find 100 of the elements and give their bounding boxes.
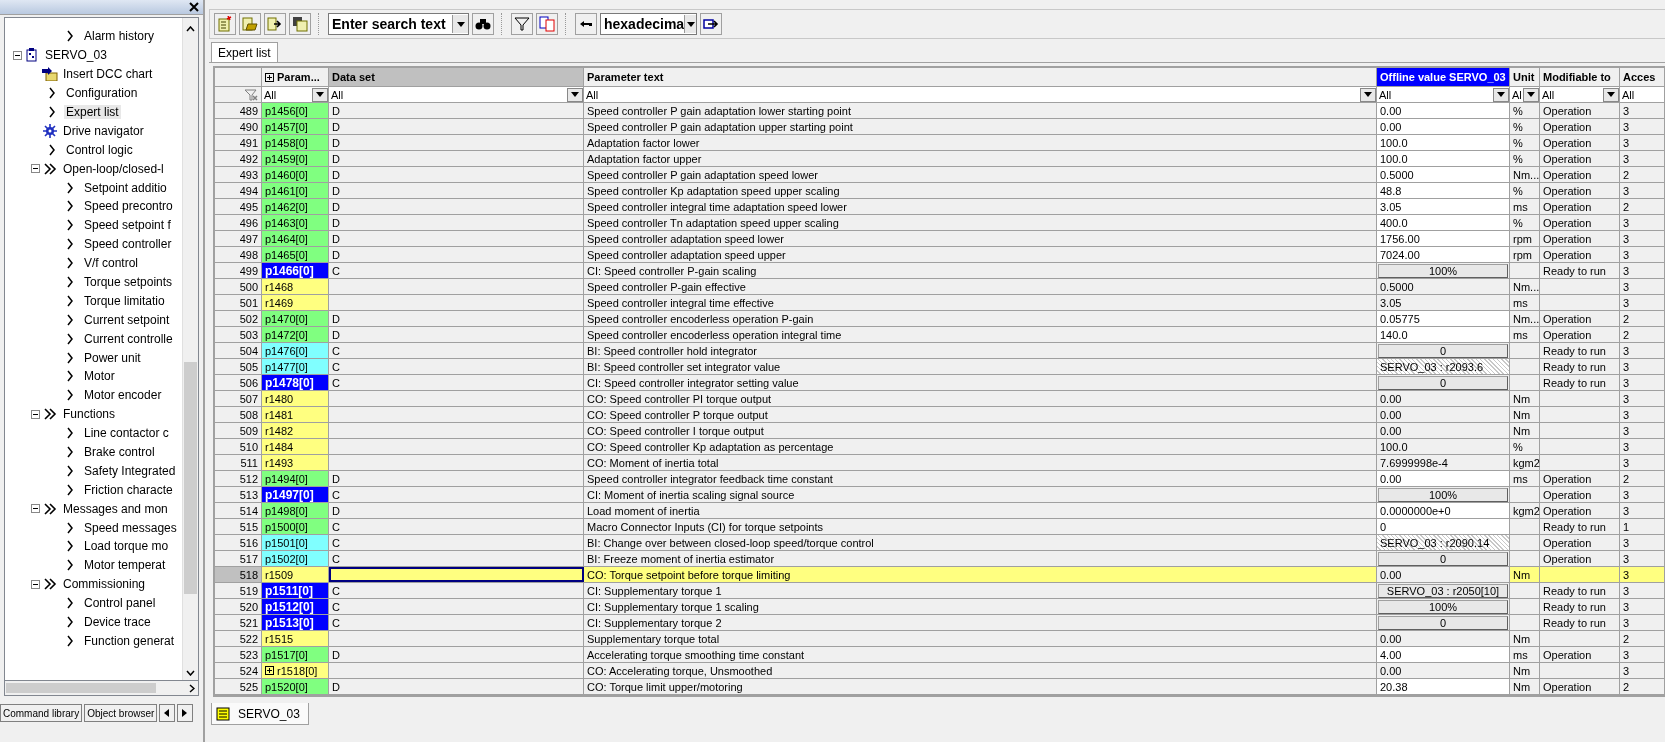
- value-field[interactable]: 0.05775: [1377, 311, 1510, 326]
- value-field[interactable]: 0.0000000e+0: [1377, 503, 1510, 518]
- tree-item[interactable]: Current controlle: [82, 331, 175, 346]
- parameter-cell[interactable]: p1517[0]: [262, 647, 329, 662]
- tree-item[interactable]: Alarm history: [82, 29, 156, 44]
- parameter-cell[interactable]: p1513[0]: [262, 615, 329, 630]
- caret-icon[interactable]: [186, 26, 195, 32]
- parameter-cell[interactable]: p1478[0]: [262, 375, 329, 390]
- close-icon[interactable]: [189, 2, 199, 12]
- parameter-cell[interactable]: p1500[0]: [262, 519, 329, 534]
- tree-item[interactable]: Functions: [61, 407, 118, 422]
- tree-item[interactable]: Brake control: [82, 445, 157, 460]
- search-field[interactable]: Enter search text: [328, 13, 469, 35]
- tree-item[interactable]: Load torque mo: [82, 539, 171, 554]
- filter-dropdown[interactable]: All: [1540, 87, 1620, 102]
- panel-tab[interactable]: Object browser: [84, 704, 158, 722]
- tree-item[interactable]: Motor temperat: [82, 558, 168, 573]
- tab[interactable]: Expert list: [211, 42, 278, 62]
- tree-item[interactable]: Drive navigator: [61, 123, 146, 138]
- scroll-thumb[interactable]: [184, 362, 197, 594]
- parameter-cell[interactable]: p1472[0]: [262, 327, 329, 342]
- parameter-cell[interactable]: r1469: [262, 295, 329, 310]
- export-list-button[interactable]: [264, 13, 286, 35]
- value-field[interactable]: 0.5000: [1377, 167, 1510, 182]
- value-button[interactable]: 100%: [1378, 487, 1508, 502]
- parameter-cell[interactable]: p1502[0]: [262, 551, 329, 566]
- tree-item[interactable]: Expert list: [64, 105, 121, 119]
- value-field[interactable]: 100.0: [1377, 135, 1510, 150]
- tree-item[interactable]: Motor encoder: [82, 388, 164, 403]
- value-field[interactable]: 4.00: [1377, 647, 1510, 662]
- parameter-cell[interactable]: r1515: [262, 631, 329, 646]
- value-button[interactable]: 0: [1378, 343, 1508, 358]
- value-button[interactable]: 0: [1378, 551, 1508, 566]
- apply-button[interactable]: [700, 13, 722, 35]
- value-field[interactable]: 0.00: [1377, 103, 1510, 118]
- scroll-thumb[interactable]: [6, 683, 156, 693]
- value-field[interactable]: 400.0: [1377, 215, 1510, 230]
- collapse-icon[interactable]: [31, 504, 40, 514]
- parameter-cell[interactable]: p1462[0]: [262, 199, 329, 214]
- value-field[interactable]: 0: [1377, 519, 1510, 534]
- tree-item[interactable]: Safety Integrated: [82, 463, 178, 478]
- tree-item[interactable]: Control logic: [64, 142, 135, 157]
- collapse-icon[interactable]: [31, 409, 40, 419]
- parameter-cell[interactable]: r1480: [262, 391, 329, 406]
- connection-field[interactable]: SERVO_03 : r2093.6: [1377, 359, 1510, 374]
- column-header[interactable]: Offline value SERVO_03: [1377, 68, 1510, 86]
- parameter-cell[interactable]: p1459[0]: [262, 151, 329, 166]
- column-header[interactable]: Data set: [329, 68, 584, 86]
- column-header[interactable]: Unit: [1510, 68, 1540, 86]
- collapse-icon[interactable]: [31, 164, 40, 174]
- tree-item[interactable]: Torque limitatio: [82, 293, 167, 308]
- value-button[interactable]: 0: [1378, 375, 1508, 390]
- connection-field[interactable]: SERVO_03 : r2090.14: [1377, 535, 1510, 550]
- parameter-cell[interactable]: r1509: [262, 567, 329, 582]
- parameter-cell[interactable]: p1511[0]: [262, 583, 329, 598]
- tree-item[interactable]: Configuration: [64, 86, 140, 101]
- parameter-cell[interactable]: p1501[0]: [262, 535, 329, 550]
- save-list-button[interactable]: [289, 13, 311, 35]
- scroll-left-button[interactable]: [159, 704, 176, 722]
- filter-field[interactable]: All: [1620, 87, 1665, 102]
- value-field[interactable]: 0.00: [1377, 119, 1510, 134]
- parameter-cell[interactable]: p1497[0]: [262, 487, 329, 502]
- tree-item[interactable]: Setpoint additio: [82, 180, 169, 195]
- value-button[interactable]: 100%: [1378, 599, 1508, 614]
- tree-item[interactable]: Motor: [82, 369, 117, 384]
- parameter-cell[interactable]: p1461[0]: [262, 183, 329, 198]
- scrollbar[interactable]: [4, 681, 199, 696]
- value-button[interactable]: 0: [1378, 615, 1508, 630]
- parameter-cell[interactable]: r1481: [262, 407, 329, 422]
- tree-item[interactable]: Function generat: [82, 633, 177, 648]
- panel-tab[interactable]: Command library: [0, 704, 83, 722]
- parameter-cell[interactable]: r1484: [262, 439, 329, 454]
- value-field[interactable]: 3.05: [1377, 199, 1510, 214]
- parameter-cell[interactable]: r1518[0]: [262, 663, 329, 678]
- parameter-cell[interactable]: r1493: [262, 455, 329, 470]
- parameter-cell[interactable]: p1476[0]: [262, 343, 329, 358]
- value-field[interactable]: 20.38: [1377, 679, 1510, 694]
- tree-item[interactable]: Messages and mon: [61, 501, 170, 516]
- value-field[interactable]: 140.0: [1377, 327, 1510, 342]
- back-arrow-button[interactable]: [575, 13, 597, 35]
- tree-item[interactable]: V/f control: [82, 256, 141, 271]
- tree-item[interactable]: Open-loop/closed-l: [61, 161, 166, 176]
- tree-item[interactable]: Friction characte: [82, 482, 175, 497]
- scroll-right-button[interactable]: [177, 704, 194, 722]
- tree-item[interactable]: Power unit: [82, 350, 143, 365]
- tree-item[interactable]: Device trace: [82, 615, 153, 630]
- value-field[interactable]: 1756.00: [1377, 231, 1510, 246]
- filter-dropdown[interactable]: All: [1377, 87, 1510, 102]
- value-field[interactable]: 100.0: [1377, 151, 1510, 166]
- document-tab[interactable]: SERVO_03: [211, 703, 309, 725]
- parameter-cell[interactable]: p1456[0]: [262, 103, 329, 118]
- tree-item[interactable]: Speed precontro: [82, 199, 175, 214]
- value-button[interactable]: SERVO_03 : r2050[10]: [1378, 583, 1508, 598]
- parameter-cell[interactable]: p1512[0]: [262, 599, 329, 614]
- search-button[interactable]: [472, 13, 494, 35]
- value-field[interactable]: 0.00: [1377, 471, 1510, 486]
- parameter-cell[interactable]: p1466[0]: [262, 263, 329, 278]
- parameter-cell[interactable]: p1463[0]: [262, 215, 329, 230]
- parameter-cell[interactable]: p1470[0]: [262, 311, 329, 326]
- filter-clear-icon[interactable]: [244, 88, 258, 101]
